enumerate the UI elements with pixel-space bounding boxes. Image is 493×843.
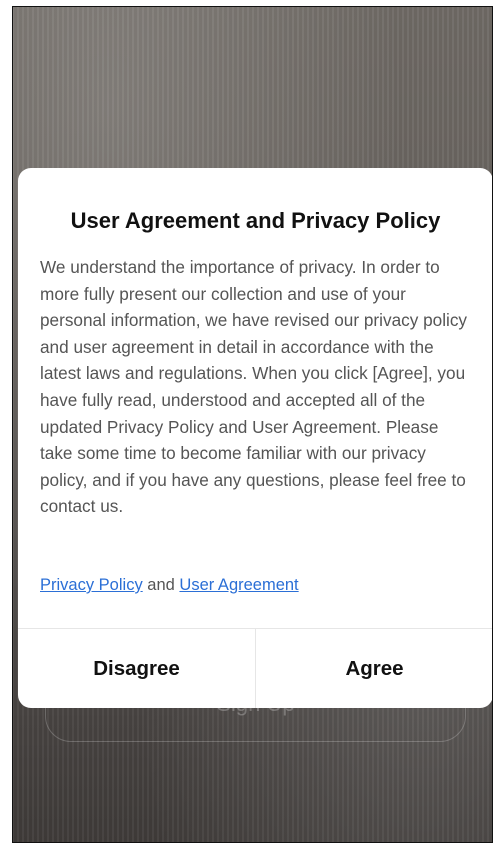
agree-button[interactable]: Agree <box>256 629 493 708</box>
dialog-links: Privacy Policy and User Agreement <box>40 576 299 595</box>
user-agreement-link[interactable]: User Agreement <box>179 576 298 594</box>
modal-layer: User Agreement and Privacy Policy We und… <box>12 6 493 843</box>
dialog-body-text: We understand the importance of privacy.… <box>40 257 468 517</box>
agree-label: Agree <box>345 656 404 680</box>
privacy-dialog: User Agreement and Privacy Policy We und… <box>18 168 493 708</box>
privacy-policy-link[interactable]: Privacy Policy <box>40 576 143 594</box>
dialog-title: User Agreement and Privacy Policy <box>70 208 441 233</box>
disagree-button[interactable]: Disagree <box>18 629 255 708</box>
disagree-label: Disagree <box>93 656 180 680</box>
links-connector: and <box>147 576 180 594</box>
